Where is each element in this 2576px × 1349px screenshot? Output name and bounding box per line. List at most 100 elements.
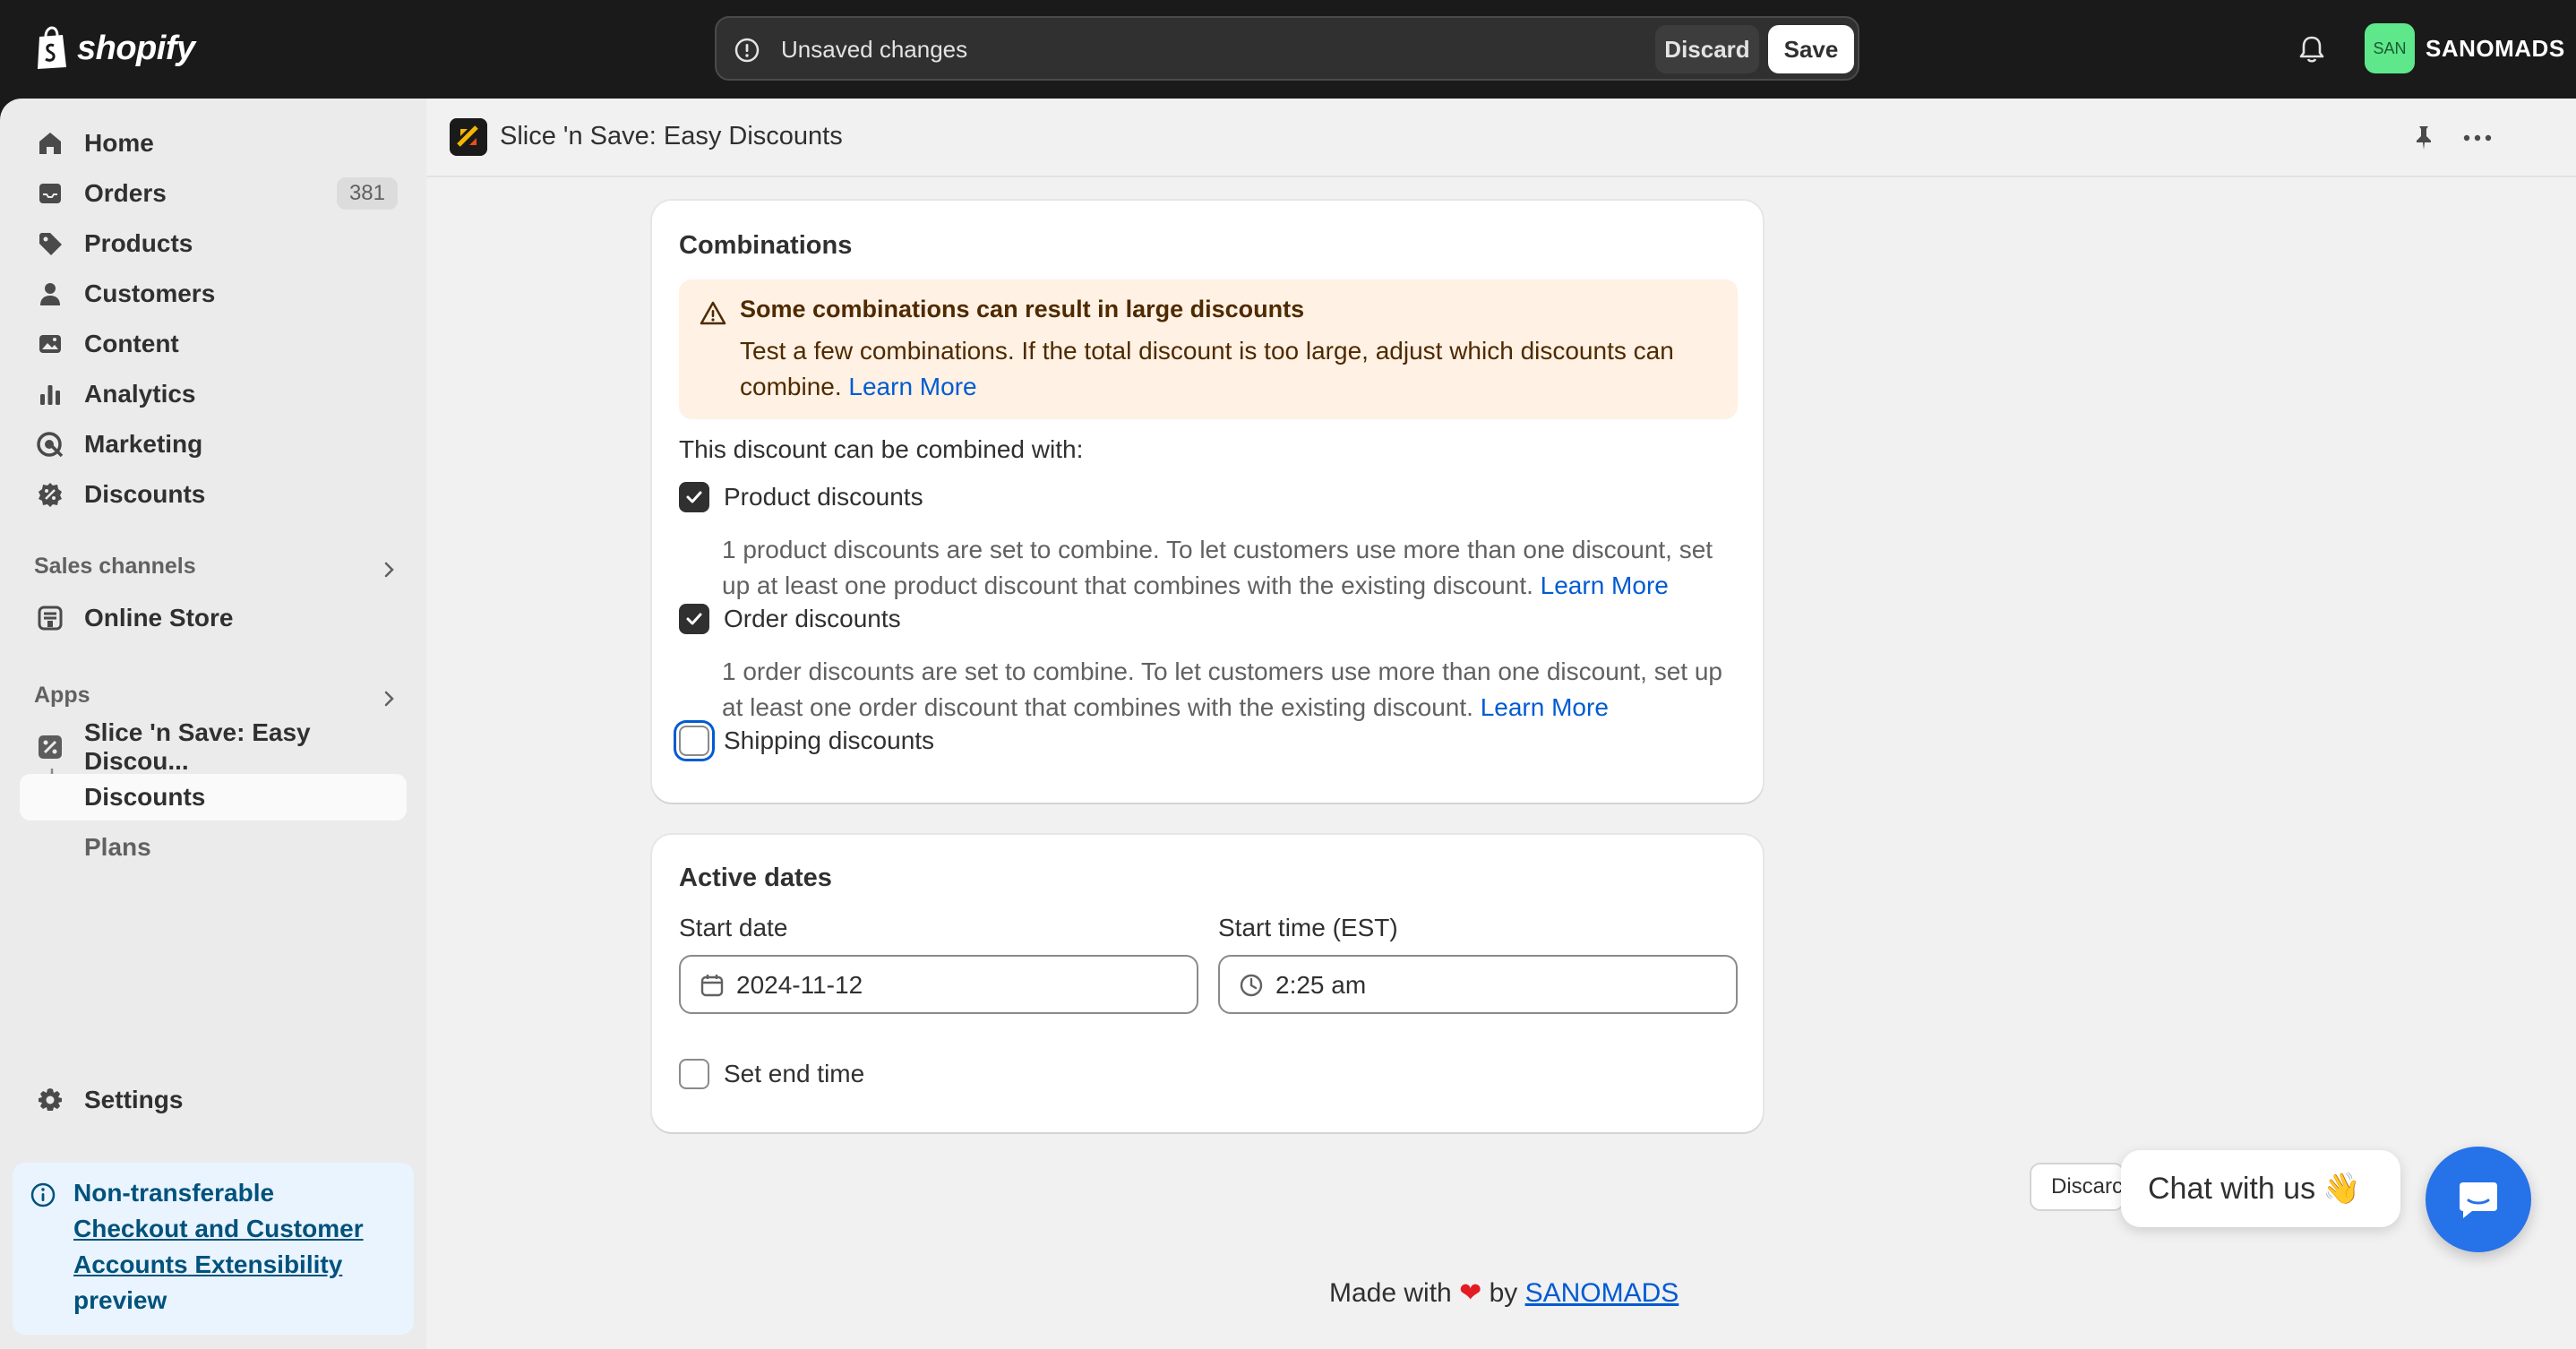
sidebar-item-label: Plans [84, 833, 151, 861]
shipping-discounts-checkbox[interactable] [679, 726, 709, 756]
sidebar: Home Orders 381 Products Customers Conte… [0, 99, 426, 1349]
sanomads-link[interactable]: SANOMADS [1525, 1278, 1679, 1308]
set-end-time-label: Set end time [724, 1060, 865, 1087]
sidebar-item-products[interactable]: Products [20, 220, 407, 267]
notice-text: Non-transferable Checkout and Customer A… [73, 1175, 405, 1319]
set-end-time-option[interactable]: Set end time [679, 1059, 864, 1089]
save-button[interactable]: Save [1768, 25, 1854, 73]
slice-n-save-logo [450, 118, 487, 156]
sales-channels-heading: Sales channels [34, 554, 196, 579]
card-title: Active dates [679, 864, 832, 892]
app-icon [39, 735, 62, 759]
orders-count-badge: 381 [336, 177, 398, 210]
inbox-icon [39, 184, 61, 203]
product-discounts-option[interactable]: Product discounts [679, 482, 923, 512]
sidebar-item-label: Online Store [84, 604, 234, 632]
checkmark-icon [686, 613, 702, 625]
person-icon [40, 283, 60, 305]
apps-heading: Apps [34, 683, 90, 708]
sidebar-item-label: Slice 'n Save: Easy Discou... [84, 718, 311, 775]
notice-line: Non-transferable [73, 1179, 275, 1207]
banner-title: Some combinations can result in large di… [740, 296, 1305, 322]
more-horizontal-icon[interactable] [2461, 124, 2494, 152]
sidebar-sub-item-plans[interactable]: Plans [20, 824, 407, 871]
shipping-discounts-option[interactable]: Shipping discounts [679, 726, 934, 756]
order-discounts-option[interactable]: Order discounts [679, 604, 901, 634]
sidebar-item-slice-n-save[interactable]: Slice 'n Save: Easy Discou... [20, 718, 407, 775]
combine-intro-text: This discount can be combined with: [679, 435, 1084, 463]
sidebar-item-label: Discounts [84, 480, 206, 508]
chat-label: Chat with us [2148, 1171, 2316, 1206]
order-discounts-checkbox[interactable] [679, 604, 709, 634]
discard-button[interactable]: Discard [1655, 25, 1759, 73]
warning-triangle-icon [700, 301, 726, 325]
chevron-right-icon[interactable] [378, 559, 399, 580]
start-time-input[interactable] [1275, 969, 1714, 1001]
gear-icon [39, 1088, 62, 1111]
info-icon [30, 1182, 56, 1207]
shopify-bag-icon [38, 26, 66, 69]
sidebar-item-analytics[interactable]: Analytics [20, 371, 407, 417]
sidebar-item-label: Products [84, 229, 193, 257]
sidebar-item-content[interactable]: Content [20, 321, 407, 367]
footer-credit: Made with ❤ by SANOMADS [1329, 1277, 1679, 1309]
sidebar-item-orders[interactable]: Orders 381 [20, 170, 407, 217]
learn-more-link[interactable]: Learn More [848, 373, 976, 400]
sidebar-item-customers[interactable]: Customers [20, 271, 407, 317]
page-discard-button[interactable]: Discarc [2030, 1163, 2125, 1211]
product-discounts-checkbox[interactable] [679, 482, 709, 512]
start-time-label: Start time (EST) [1218, 914, 1398, 941]
top-bar: shopify Unsaved changes Discard Save SAN… [0, 0, 2576, 99]
avatar: SAN [2365, 23, 2415, 73]
app-header: Slice 'n Save: Easy Discounts [426, 99, 2576, 177]
store-icon [38, 606, 63, 631]
sidebar-item-label: Analytics [84, 380, 196, 408]
sidebar-item-marketing[interactable]: Marketing [20, 421, 407, 468]
store-name: SANOMADS [2426, 34, 2565, 62]
chat-with-us-pill[interactable]: Chat with us 👋 [2121, 1150, 2400, 1227]
banner-body: Test a few combinations. If the total di… [740, 333, 1716, 405]
sidebar-item-label: Orders [84, 179, 167, 207]
shopify-logo[interactable]: shopify [34, 25, 195, 72]
learn-more-link[interactable]: Learn More [1481, 693, 1609, 721]
sidebar-item-settings[interactable]: Settings [20, 1077, 407, 1123]
chat-launcher-button[interactable] [2426, 1147, 2531, 1252]
set-end-time-checkbox[interactable] [679, 1059, 709, 1089]
notice-line: preview [73, 1286, 167, 1314]
store-menu[interactable]: SAN SANOMADS [2365, 23, 2565, 73]
extensibility-preview-link[interactable]: Checkout and Customer Accounts Extensibi… [73, 1215, 364, 1278]
sidebar-item-label: Content [84, 330, 179, 357]
start-time-field[interactable] [1218, 955, 1738, 1014]
start-date-label: Start date [679, 914, 788, 941]
sidebar-item-label: Customers [84, 279, 216, 307]
start-date-input[interactable] [736, 969, 1175, 1001]
sidebar-item-label: Settings [84, 1086, 184, 1113]
order-discounts-label: Order discounts [724, 605, 901, 632]
waving-hand-emoji: 👋 [2323, 1172, 2361, 1206]
start-date-field[interactable] [679, 955, 1198, 1014]
combinations-card: Combinations Some combinations can resul… [652, 201, 1763, 803]
image-icon [39, 335, 61, 353]
pin-icon[interactable] [2409, 124, 2438, 152]
calendar-icon [700, 975, 724, 997]
bell-icon[interactable] [2295, 32, 2329, 66]
product-discounts-label: Product discounts [724, 483, 923, 511]
product-discounts-help: 1 product discounts are set to combine. … [722, 532, 1725, 604]
discount-icon [39, 483, 62, 507]
heart-icon: ❤ [1459, 1278, 1482, 1308]
warning-banner: Some combinations can result in large di… [679, 279, 1738, 419]
chevron-right-icon[interactable] [378, 688, 399, 709]
learn-more-link[interactable]: Learn More [1541, 571, 1669, 599]
app-title: Slice 'n Save: Easy Discounts [500, 122, 843, 150]
target-icon [37, 432, 64, 458]
sidebar-item-discounts[interactable]: Discounts [20, 471, 407, 518]
sidebar-item-home[interactable]: Home [20, 120, 407, 167]
unsaved-changes-text: Unsaved changes [781, 36, 968, 63]
shipping-discounts-label: Shipping discounts [724, 726, 935, 754]
sidebar-item-label: Marketing [84, 430, 203, 458]
sidebar-sub-item-discounts[interactable]: Discounts [20, 774, 407, 821]
sidebar-item-online-store[interactable]: Online Store [20, 595, 407, 641]
shopify-wordmark: shopify [77, 29, 195, 67]
clock-icon [1240, 974, 1263, 997]
alert-circle-icon [734, 38, 760, 63]
